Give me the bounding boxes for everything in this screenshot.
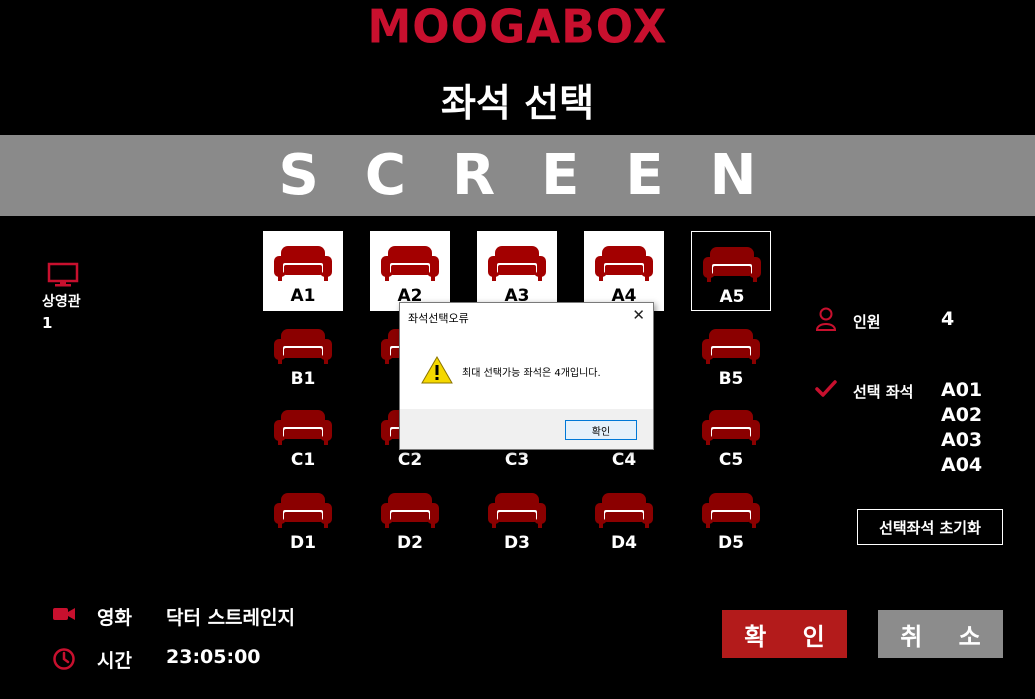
selected-seat-item: A01 (941, 379, 983, 401)
selected-seat-item: A04 (941, 454, 983, 476)
confirm-button[interactable]: 확 인 (722, 610, 847, 658)
seat-d5[interactable]: D5 (691, 478, 771, 558)
seat-label: D1 (290, 533, 316, 553)
seat-label: B1 (290, 369, 316, 389)
seat-label: D3 (504, 533, 530, 553)
seat-label: D4 (611, 533, 637, 553)
seat-a5[interactable]: A5 (691, 231, 771, 311)
selected-seat-item: A02 (941, 404, 983, 426)
people-label: 인원 (853, 313, 881, 331)
clock-icon (52, 647, 76, 675)
page-title: 좌석 선택 (440, 81, 595, 125)
seat-d1[interactable]: D1 (263, 478, 343, 558)
screen-label: SCREEN (278, 143, 803, 208)
people-count: 4 (941, 308, 955, 330)
showtime: 23:05:00 (166, 646, 261, 668)
seat-label: C5 (718, 450, 744, 470)
check-icon (815, 380, 837, 402)
theater-label: 상영관 (42, 294, 81, 310)
seat-label: C3 (504, 450, 530, 470)
dialog-message: 최대 선택가능 좌석은 4개입니다. (462, 368, 601, 379)
selected-seats-label: 선택 좌석 (853, 383, 914, 401)
selected-seat-item: A03 (941, 429, 983, 451)
movie-label: 영화 (97, 607, 132, 629)
cancel-button[interactable]: 취 소 (878, 610, 1003, 658)
screen-banner: SCREEN (0, 135, 1035, 216)
reset-selection-button[interactable]: 선택좌석 초기화 (857, 509, 1003, 545)
seat-a2[interactable]: A2 (370, 231, 450, 311)
app-logo: MOOGABOX (367, 0, 668, 55)
seat-label: D5 (718, 533, 744, 553)
dialog-footer: 확인 (400, 409, 653, 449)
time-label: 시간 (97, 650, 132, 672)
seat-c1[interactable]: C1 (263, 395, 343, 475)
seat-label: C1 (290, 450, 316, 470)
seat-d3[interactable]: D3 (477, 478, 557, 558)
seat-b5[interactable]: B5 (691, 314, 771, 394)
movie-title: 닥터 스트레인지 (166, 607, 295, 629)
video-camera-icon (52, 605, 76, 627)
seat-a3[interactable]: A3 (477, 231, 557, 311)
dialog-body: 최대 선택가능 좌석은 4개입니다. (400, 333, 653, 409)
seat-d4[interactable]: D4 (584, 478, 664, 558)
theater-number: 1 (42, 314, 53, 332)
seat-a1[interactable]: A1 (263, 231, 343, 311)
seat-label: D2 (397, 533, 423, 553)
seat-c5[interactable]: C5 (691, 395, 771, 475)
dialog-ok-button[interactable]: 확인 (565, 420, 637, 440)
person-icon (815, 307, 837, 335)
seat-label: A5 (719, 287, 745, 307)
seat-d2[interactable]: D2 (370, 478, 450, 558)
monitor-icon (47, 262, 79, 292)
seat-label: A1 (290, 286, 316, 306)
seat-a4[interactable]: A4 (584, 231, 664, 311)
seat-label: B5 (718, 369, 744, 389)
seat-label: C2 (397, 450, 423, 470)
dialog-title: 좌석선택오류 (408, 312, 469, 325)
error-dialog: 좌석선택오류 ✕ 최대 선택가능 좌석은 4개입니다. 확인 (399, 302, 654, 450)
warning-icon (421, 355, 453, 389)
seat-label: C4 (611, 450, 637, 470)
close-icon[interactable]: ✕ (632, 306, 645, 324)
seat-b1[interactable]: B1 (263, 314, 343, 394)
